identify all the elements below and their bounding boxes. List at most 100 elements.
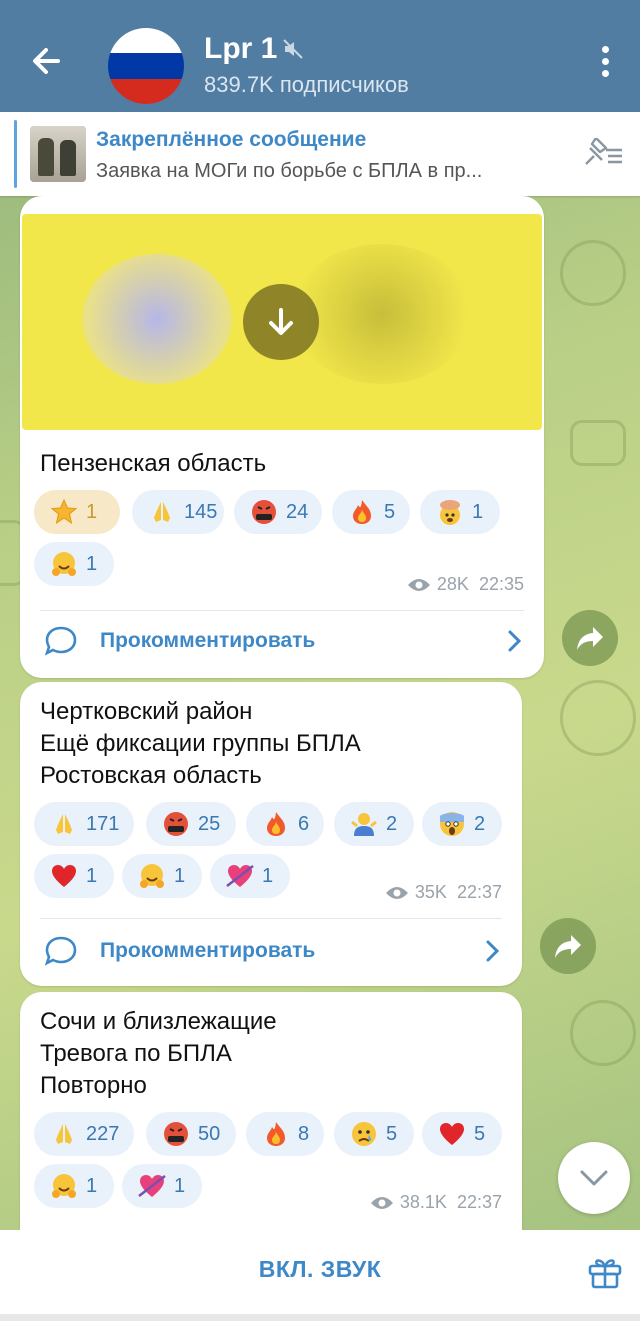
download-button[interactable]	[243, 284, 319, 360]
chevron-right-icon	[486, 940, 500, 962]
message-text: Чертковский район Ещё фиксации группы БП…	[40, 696, 361, 792]
reaction-chip[interactable]: 1	[34, 542, 114, 586]
fire-icon	[346, 496, 378, 528]
reaction-chip[interactable]: 24	[234, 490, 322, 534]
reaction-count: 1	[472, 500, 484, 523]
reaction-chip[interactable]: 5	[422, 1112, 502, 1156]
reaction-count: 1	[86, 1174, 98, 1197]
reaction-chip[interactable]: 145	[132, 490, 224, 534]
comment-label: Прокомментировать	[100, 629, 316, 652]
red-heart-icon	[48, 860, 80, 892]
heart-with-arrow-icon	[224, 860, 256, 892]
flag-stripe	[108, 28, 184, 54]
channel-title[interactable]: Lpr 1	[204, 32, 277, 66]
message-bubble: Чертковский район Ещё фиксации группы БП…	[20, 682, 522, 986]
wallpaper-doodle	[560, 240, 626, 306]
message-time: 22:37	[456, 882, 502, 902]
channel-header: Lpr 1 839.7K подписчиков	[0, 0, 640, 112]
reaction-chip[interactable]: 5	[332, 490, 410, 534]
pinned-list-icon[interactable]	[580, 138, 624, 170]
fire-icon	[260, 1118, 292, 1150]
share-button[interactable]	[540, 918, 596, 974]
reaction-count: 25	[198, 812, 221, 835]
chevron-right-icon	[508, 630, 522, 652]
crying-face-icon	[348, 1118, 380, 1150]
reaction-chip[interactable]: 1	[122, 1164, 202, 1208]
star-icon	[48, 496, 80, 528]
forward-arrow-icon	[577, 627, 603, 650]
unmute-button[interactable]: ВКЛ. ЗВУК	[180, 1256, 460, 1283]
wallpaper-doodle	[570, 1000, 636, 1066]
message-meta: 35K 22:37	[385, 882, 502, 903]
screaming-face-icon	[436, 808, 468, 840]
reaction-chip[interactable]: 2	[334, 802, 414, 846]
reaction-chip[interactable]: 25	[146, 802, 236, 846]
divider	[40, 918, 502, 919]
view-count: 35K	[414, 882, 447, 902]
reaction-chip[interactable]: 1	[122, 854, 202, 898]
reaction-count: 50	[198, 1122, 221, 1145]
reaction-chip[interactable]: 1	[34, 854, 114, 898]
wallpaper-doodle	[560, 680, 636, 756]
view-count: 28K	[436, 574, 469, 594]
hugging-face-icon	[48, 548, 80, 580]
reaction-count: 5	[474, 1122, 486, 1145]
gift-icon[interactable]	[586, 1252, 624, 1290]
reaction-chip[interactable]: 50	[146, 1112, 236, 1156]
comment-bubble-icon	[44, 936, 77, 966]
reaction-count: 145	[184, 500, 218, 523]
folded-hands-icon	[48, 808, 80, 840]
reaction-count: 6	[298, 812, 310, 835]
channel-avatar[interactable]	[108, 28, 184, 104]
cursing-face-icon	[160, 808, 192, 840]
wallpaper-doodle	[570, 420, 626, 466]
reaction-chip[interactable]: 1	[34, 1164, 114, 1208]
reaction-count: 2	[386, 812, 398, 835]
reaction-chip[interactable]: 1	[210, 854, 290, 898]
reaction-count: 5	[386, 1122, 398, 1145]
reaction-count: 2	[474, 812, 486, 835]
reaction-chip[interactable]: 2	[422, 802, 502, 846]
hugging-face-icon	[136, 860, 168, 892]
more-menu-icon[interactable]	[594, 46, 616, 82]
message-text: Пензенская область	[40, 450, 267, 477]
comment-button[interactable]: Прокомментировать	[20, 610, 544, 672]
scroll-to-bottom-button[interactable]	[558, 1142, 630, 1214]
reaction-chip[interactable]: 171	[34, 802, 134, 846]
heart-with-arrow-icon	[136, 1170, 168, 1202]
comment-button[interactable]: Прокомментировать	[20, 920, 522, 982]
views-eye-icon	[407, 578, 430, 591]
pinned-text: Заявка на МОГи по борьбе с БПЛА в пр...	[96, 160, 483, 182]
back-arrow-icon[interactable]	[22, 36, 72, 86]
pinned-message-bar[interactable]: Закреплённое сообщение Заявка на МОГи по…	[0, 112, 640, 196]
message-time: 22:35	[478, 574, 524, 594]
reaction-chip[interactable]: 1	[34, 490, 120, 534]
reaction-chip[interactable]: 6	[246, 802, 324, 846]
muted-speaker-icon	[283, 39, 303, 59]
shrugging-man-icon	[348, 808, 380, 840]
view-count: 38.1K	[399, 1192, 447, 1212]
reaction-chip[interactable]: 227	[34, 1112, 134, 1156]
comment-bubble-icon	[44, 626, 77, 656]
pinned-indicator	[14, 120, 17, 188]
message-meta: 28K 22:35	[407, 574, 524, 595]
reaction-count: 1	[86, 500, 98, 523]
reaction-chip[interactable]: 8	[246, 1112, 324, 1156]
pinned-thumbnail	[30, 126, 86, 182]
exploding-head-icon	[434, 496, 466, 528]
forward-arrow-icon	[555, 935, 581, 958]
bottom-bar: ВКЛ. ЗВУК	[0, 1230, 640, 1314]
reaction-count: 8	[298, 1122, 310, 1145]
message-bubble: Сочи и близлежащие Тревога по БПЛА Повто…	[20, 992, 522, 1252]
download-arrow-icon	[269, 308, 293, 335]
subscriber-count: 839.7K подписчиков	[204, 72, 409, 97]
folded-hands-icon	[146, 496, 178, 528]
reaction-chip[interactable]: 1	[420, 490, 500, 534]
message-line: Чертковский район	[40, 698, 253, 725]
reaction-count: 1	[262, 864, 274, 887]
reaction-chip[interactable]: 5	[334, 1112, 414, 1156]
flag-stripe	[108, 78, 184, 104]
share-button[interactable]	[562, 610, 618, 666]
hugging-face-icon	[48, 1170, 80, 1202]
reaction-count: 24	[286, 500, 309, 523]
